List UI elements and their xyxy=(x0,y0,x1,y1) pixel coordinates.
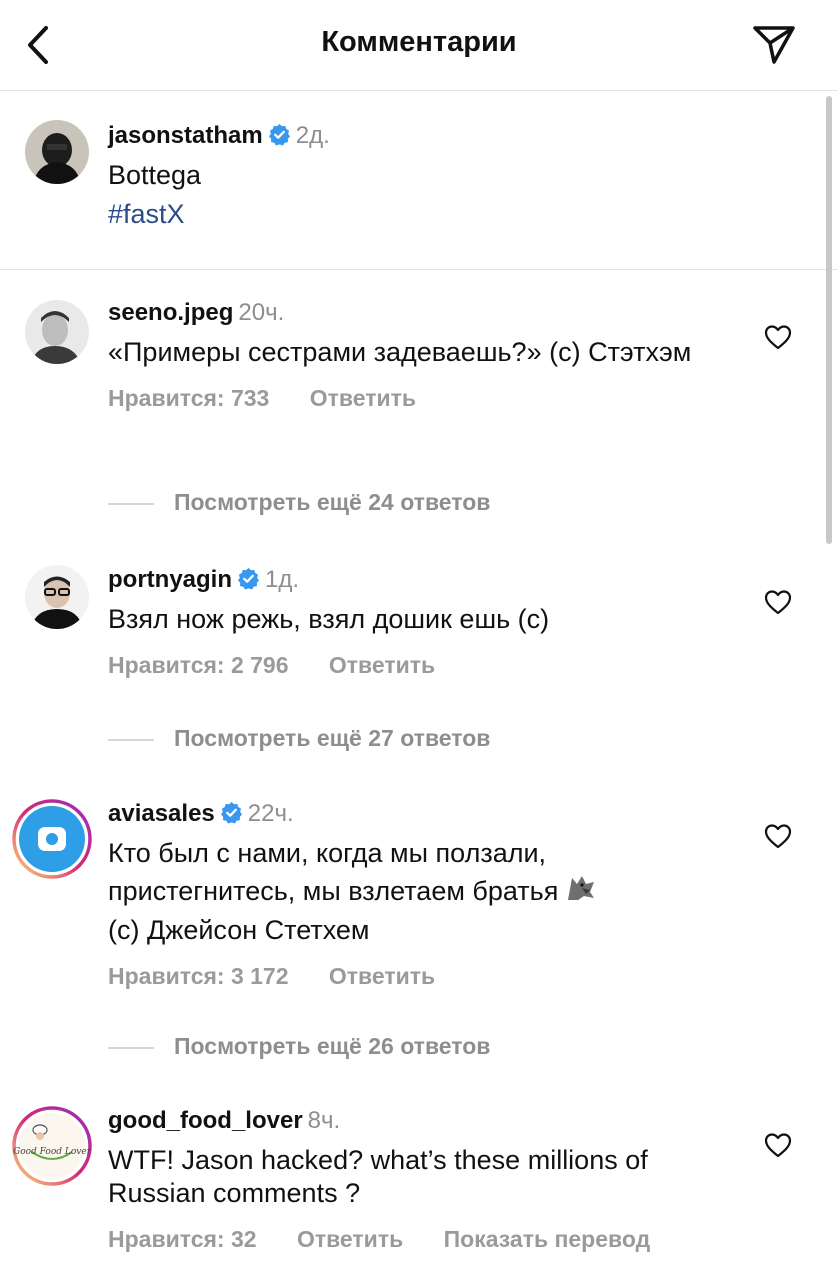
heart-icon xyxy=(764,590,792,615)
comment-username[interactable]: good_food_lover xyxy=(108,1107,303,1134)
comment-time: 1д. xyxy=(265,566,300,593)
comment-text: Взял нож режь, взял дошик ешь (с) xyxy=(108,604,550,634)
heart-icon xyxy=(764,824,792,849)
post-username[interactable]: jasonstatham xyxy=(108,122,263,149)
heart-icon xyxy=(764,1133,792,1158)
comment-text-line: Кто был с нами, когда мы ползали, xyxy=(108,838,547,868)
view-replies-button[interactable]: Посмотреть ещё 27 ответов xyxy=(108,725,490,755)
page-title: Комментарии xyxy=(321,26,517,58)
comment-text-line: (с) Джейсон Стетхем xyxy=(108,915,370,945)
reply-button[interactable]: Ответить xyxy=(329,652,435,678)
avatar[interactable]: Good Food Lover xyxy=(12,1106,92,1186)
paper-plane-icon xyxy=(753,26,795,64)
like-button[interactable] xyxy=(764,1132,792,1158)
comment-username[interactable]: aviasales xyxy=(108,800,215,827)
comment-text-line: пристегнитесь, мы взлетаем братья xyxy=(108,876,559,906)
view-replies-label: Посмотреть ещё 27 ответов xyxy=(174,725,491,751)
divider xyxy=(108,1046,154,1049)
likes-count: Нравится: 733 xyxy=(108,385,270,411)
avatar[interactable] xyxy=(25,565,89,629)
view-replies-label: Посмотреть ещё 24 ответов xyxy=(174,489,491,515)
post-time: 2д. xyxy=(295,122,330,149)
avatar[interactable] xyxy=(12,799,92,879)
view-replies-button[interactable]: Посмотреть ещё 26 ответов xyxy=(108,1033,490,1063)
view-replies-label: Посмотреть ещё 26 ответов xyxy=(174,1033,491,1059)
post-caption: jasonstatham 2д. Bottega #fastX xyxy=(0,91,838,270)
like-button[interactable] xyxy=(764,823,792,849)
verified-badge-icon xyxy=(237,567,260,590)
hashtag-link[interactable]: #fastX xyxy=(108,199,185,229)
post-caption-text: Bottega xyxy=(108,160,202,190)
avatar[interactable] xyxy=(25,120,89,184)
likes-count: Нравится: 3 172 xyxy=(108,963,289,989)
reply-button[interactable]: Ответить xyxy=(329,963,435,989)
verified-badge-icon xyxy=(268,123,290,146)
comment-text: WTF! Jason hacked? what’s these millions… xyxy=(108,1145,648,1208)
comment-time: 22ч. xyxy=(247,800,294,827)
like-button[interactable] xyxy=(764,589,792,615)
comment-username[interactable]: seeno.jpeg xyxy=(108,299,233,326)
avatar-logo-text: Good Food Lover xyxy=(13,1147,92,1157)
divider xyxy=(108,502,154,505)
show-translation-button[interactable]: Показать перевод xyxy=(444,1226,651,1252)
reply-button[interactable]: Ответить xyxy=(310,385,416,411)
comment-time: 20ч. xyxy=(238,299,285,326)
verified-badge-icon xyxy=(220,801,242,824)
heart-icon xyxy=(764,325,792,350)
scrollbar[interactable] xyxy=(826,96,832,544)
view-replies-button[interactable]: Посмотреть ещё 24 ответов xyxy=(108,489,490,519)
top-bar: Комментарии xyxy=(0,0,838,91)
like-button[interactable] xyxy=(764,324,792,350)
likes-count: Нравится: 32 xyxy=(108,1226,257,1252)
comment-text: «Примеры сестрами задеваешь?» (с) Стэтхэ… xyxy=(108,337,692,367)
likes-count: Нравится: 2 796 xyxy=(108,652,289,678)
avatar[interactable] xyxy=(25,300,89,364)
reply-button[interactable]: Ответить xyxy=(297,1226,403,1252)
divider xyxy=(108,738,154,741)
share-button[interactable] xyxy=(750,20,798,68)
wolf-emoji-icon xyxy=(568,876,595,900)
comment-username[interactable]: portnyagin xyxy=(108,566,232,593)
comment-time: 8ч. xyxy=(307,1107,341,1134)
